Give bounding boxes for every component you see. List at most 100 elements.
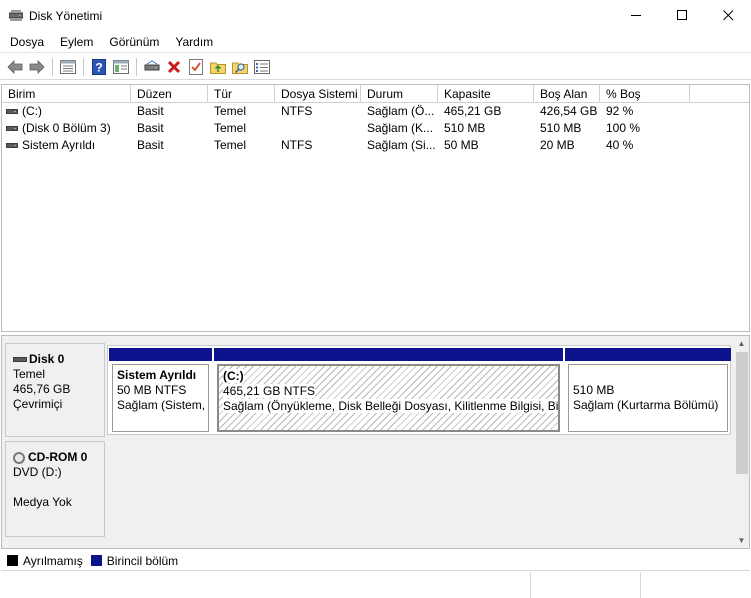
toolbar-separator [136, 57, 137, 76]
svg-text:?: ? [95, 60, 102, 74]
menu-dosya[interactable]: Dosya [0, 35, 52, 49]
refresh-folder-button[interactable] [207, 56, 229, 78]
list-view-button[interactable] [251, 56, 273, 78]
delete-button[interactable] [163, 56, 185, 78]
back-button[interactable] [4, 56, 26, 78]
cdrom-0-area [107, 440, 735, 546]
table-row[interactable]: (Disk 0 Bölüm 3) Basit Temel Sağlam (K..… [2, 120, 749, 137]
maximize-button[interactable] [659, 0, 705, 31]
forward-button[interactable] [26, 56, 48, 78]
menu-yardim[interactable]: Yardım [167, 35, 221, 49]
partition-system-reserved[interactable]: Sistem Ayrıldı 50 MB NTFS Sağlam (Sistem… [109, 348, 212, 432]
status-bar-segment [0, 572, 531, 598]
maximize-icon [676, 10, 687, 20]
legend-unallocated-swatch [7, 555, 18, 566]
column-header-dosya-sistemi[interactable]: Dosya Sistemi [275, 85, 361, 102]
disk-0-size: 465,76 GB [13, 382, 71, 396]
column-header-bos-alan[interactable]: Boş Alan [534, 85, 600, 102]
volume-icon [6, 143, 18, 148]
volume-free-space: 20 MB [540, 138, 575, 152]
volume-status: Sağlam (Ö... [367, 104, 435, 118]
volume-layout: Basit [137, 138, 164, 152]
scrollbar-thumb[interactable] [736, 352, 748, 474]
help-button[interactable]: ? [88, 56, 110, 78]
volume-capacity: 50 MB [444, 138, 479, 152]
primary-partition-bar [565, 348, 731, 361]
table-row[interactable]: (C:) Basit Temel NTFS Sağlam (Ö... 465,2… [2, 103, 749, 120]
legend-primary-swatch [90, 555, 102, 566]
minimize-button[interactable] [613, 0, 659, 31]
disk-0-status: Çevrimiçi [13, 397, 63, 411]
close-button[interactable] [705, 0, 751, 31]
volume-free-space: 510 MB [540, 121, 582, 135]
disk-0-partitions: Sistem Ayrıldı 50 MB NTFS Sağlam (Sistem… [107, 345, 731, 435]
volume-name: (C:) [22, 104, 42, 118]
menu-gorunum[interactable]: Görünüm [101, 35, 167, 49]
volume-name: Sistem Ayrıldı [22, 138, 96, 152]
minimize-icon [630, 15, 641, 16]
delete-icon [167, 60, 181, 73]
search-button[interactable] [229, 56, 251, 78]
scroll-down-button[interactable]: ▼ [734, 533, 749, 548]
chevron-down-icon: ▼ [737, 536, 746, 545]
partition-status: Sağlam (Önyükleme, Disk Belleği Dosyası,… [223, 399, 558, 413]
properties-list-icon [60, 59, 76, 74]
legend: Ayrılmamış Birincil bölüm [1, 551, 750, 571]
volume-status: Sağlam (Si... [367, 138, 436, 152]
legend-primary-label: Birincil bölüm [106, 553, 179, 568]
disk-management-icon [8, 9, 24, 22]
disk-0-label[interactable]: Disk 0 Temel 465,76 GB Çevrimiçi [5, 343, 105, 437]
search-icon [232, 62, 248, 74]
check-button[interactable] [185, 56, 207, 78]
back-arrow-icon [7, 59, 23, 74]
cdrom-0-media: Medya Yok [13, 495, 72, 509]
volume-icon [6, 109, 18, 114]
primary-partition-bar [109, 348, 212, 361]
toolbar-separator [52, 57, 53, 76]
forward-arrow-icon [29, 59, 45, 74]
column-header-durum[interactable]: Durum [361, 85, 438, 102]
volume-list-header: Birim Düzen Tür Dosya Sistemi Durum Kapa… [2, 85, 749, 103]
volume-capacity: 465,21 GB [444, 104, 502, 118]
connect-disk-button[interactable] [141, 56, 163, 78]
status-bar [0, 572, 751, 598]
menu-bar: Dosya Eylem Görünüm Yardım [0, 31, 751, 53]
close-icon [722, 10, 733, 21]
title-bar: Disk Yönetimi [0, 0, 751, 31]
console-view-icon [113, 59, 129, 74]
toolbar-separator [83, 57, 84, 76]
partition-name [573, 368, 727, 383]
volume-name: (Disk 0 Bölüm 3) [22, 121, 111, 135]
properties-button[interactable] [57, 56, 79, 78]
volume-filesystem: NTFS [281, 104, 313, 118]
legend-unallocated-label: Ayrılmamış [23, 553, 83, 568]
refresh-folder-icon [210, 62, 226, 74]
partition-size: 50 MB NTFS [117, 383, 187, 397]
scroll-up-button[interactable]: ▲ [734, 336, 749, 351]
volume-filesystem: NTFS [281, 138, 313, 152]
column-header-kapasite[interactable]: Kapasite [438, 85, 534, 102]
column-header-birim[interactable]: Birim [2, 85, 131, 102]
column-header-tur[interactable]: Tür [208, 85, 275, 102]
vertical-scrollbar[interactable]: ▲ ▼ [734, 336, 749, 548]
disk-0-name: Disk 0 [29, 352, 65, 366]
console-view-button[interactable] [110, 56, 132, 78]
volume-list: Birim Düzen Tür Dosya Sistemi Durum Kapa… [1, 84, 750, 332]
volume-layout: Basit [137, 104, 164, 118]
help-icon: ? [92, 58, 106, 75]
menu-eylem[interactable]: Eylem [52, 35, 101, 49]
partition-name: (C:) [223, 369, 244, 383]
column-header-duzen[interactable]: Düzen [131, 85, 208, 102]
partition-size: 465,21 GB NTFS [223, 384, 316, 398]
cdrom-0-type: DVD (D:) [13, 465, 62, 479]
volume-filesystem [275, 120, 361, 137]
toolbar: ? [0, 54, 751, 80]
chevron-up-icon: ▲ [737, 339, 746, 348]
cd-rom-icon [13, 451, 25, 464]
cdrom-0-label[interactable]: CD-ROM 0 DVD (D:) Medya Yok [5, 441, 105, 537]
table-row[interactable]: Sistem Ayrıldı Basit Temel NTFS Sağlam (… [2, 137, 749, 154]
disk-0-type: Temel [13, 367, 46, 381]
partition-c[interactable]: (C:) 465,21 GB NTFS Sağlam (Önyükleme, D… [214, 348, 563, 432]
partition-recovery[interactable]: 510 MB Sağlam (Kurtarma Bölümü) [565, 348, 731, 432]
column-header-yuzde-bos[interactable]: % Boş [600, 85, 690, 102]
